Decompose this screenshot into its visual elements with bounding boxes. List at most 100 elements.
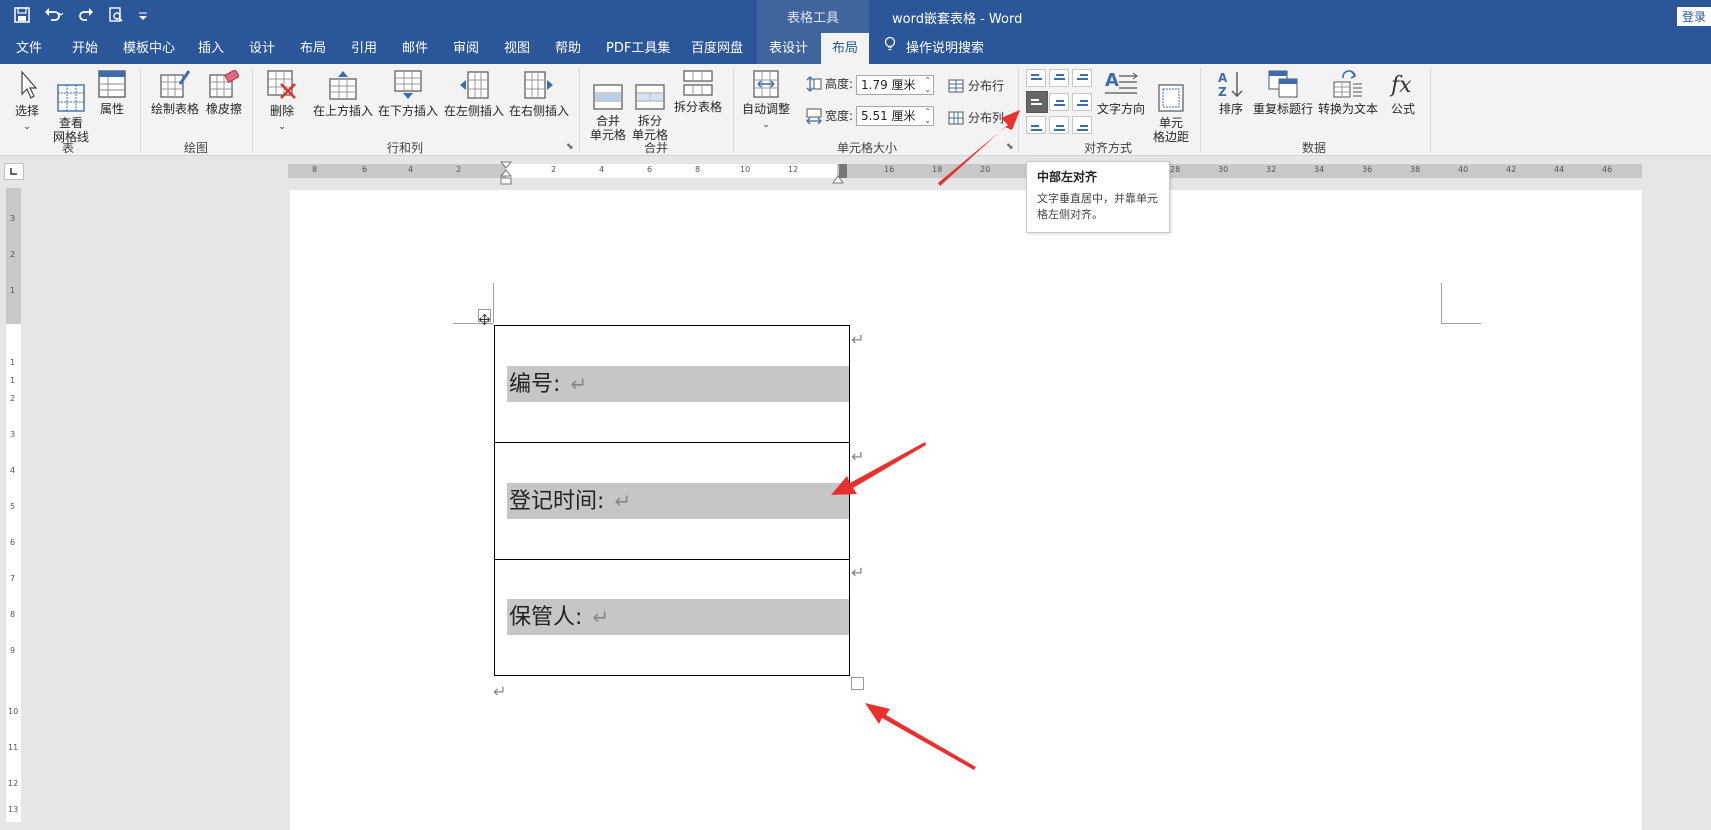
ruler-tick: 32 [1266, 165, 1277, 174]
align-bottom-center-button[interactable] [1049, 116, 1069, 134]
align-bottom-right-button[interactable] [1072, 116, 1092, 134]
align-top-center-button[interactable] [1049, 69, 1069, 87]
print-preview-icon[interactable] [108, 6, 124, 27]
tab-table-design[interactable]: 表设计 [757, 33, 821, 64]
column-marker[interactable] [839, 164, 847, 178]
horizontal-ruler[interactable] [288, 164, 1642, 178]
tooltip-title: 中部左对齐 [1037, 170, 1098, 184]
svg-text:A: A [1218, 71, 1228, 85]
vruler-tick: 2 [10, 394, 16, 403]
insert-left-button[interactable]: 在左侧插入 [444, 70, 504, 118]
split-cells-button[interactable]: 拆分 单元格 [632, 70, 668, 142]
align-top-right-button[interactable] [1072, 69, 1092, 87]
tab-layout[interactable]: 布局 [300, 33, 326, 64]
group-label-merge: 合并 [644, 141, 669, 155]
insert-above-button[interactable]: 在上方插入 [313, 70, 373, 118]
sort-button[interactable]: A Z 排序 [1217, 70, 1245, 116]
indent-marker[interactable] [499, 161, 513, 193]
text-direction-button[interactable]: A 文字方向 [1097, 70, 1145, 116]
eraser-button[interactable]: 橡皮擦 [206, 70, 242, 116]
table-move-handle[interactable] [478, 309, 491, 326]
ribbon: 选择 ⌄ 查看 网格线 属性 表 绘制表格 橡皮擦 绘图 删除 ⌄ 在上方插入 在下… [0, 64, 1711, 156]
save-icon[interactable] [14, 6, 30, 27]
table-cell-text[interactable]: 登记时间: ↵ [507, 483, 849, 519]
distribute-columns-icon [948, 111, 964, 124]
svg-text:A: A [1105, 70, 1119, 91]
cell-margins-button[interactable]: 单元 格边距 [1153, 70, 1189, 144]
row-height-icon [806, 75, 822, 92]
split-table-button[interactable]: 拆分表格 [674, 70, 722, 114]
document-table[interactable]: 编号: ↵ 登记时间: ↵ 保管人: ↵ [494, 325, 850, 676]
rows-cols-dialog-launcher[interactable]: ⬊ [566, 142, 574, 152]
repeat-header-rows-button[interactable]: 重复标题行 [1253, 70, 1313, 116]
autofit-button[interactable]: 自动调整 ⌄ [742, 70, 790, 132]
row-height-label: 高度: [806, 75, 853, 92]
convert-to-text-button[interactable]: 转换为文本 [1318, 70, 1378, 116]
column-width-spinner[interactable]: ⌃ ⌄ [924, 107, 931, 125]
vruler-tick: 12 [8, 779, 19, 788]
align-center-button[interactable] [1049, 93, 1069, 111]
redo-icon[interactable] [78, 7, 94, 27]
ruler-tick: 8 [312, 165, 318, 174]
select-button[interactable]: 选择 ⌄ [15, 70, 39, 134]
tab-references[interactable]: 引用 [351, 33, 377, 64]
tell-me-search[interactable]: 操作说明搜索 [884, 33, 984, 64]
tab-table-layout[interactable]: 布局 [821, 33, 869, 64]
align-center-left-button[interactable] [1026, 91, 1048, 113]
table-row[interactable]: 保管人: ↵ [495, 560, 849, 675]
ruler-tick: 40 [1458, 165, 1469, 174]
tab-template-center[interactable]: 模板中心 [123, 33, 175, 64]
delete-table-icon [267, 70, 296, 99]
group-separator [733, 68, 734, 152]
cursor-icon [21, 70, 38, 99]
customize-icon[interactable] [138, 7, 148, 27]
login-button[interactable]: 登录 [1677, 7, 1711, 26]
view-gridlines-button[interactable]: 查看 网格线 [53, 70, 89, 144]
margin-mark [1441, 283, 1442, 323]
vruler-tick: 9 [10, 646, 16, 655]
formula-button[interactable]: fx 公式 [1389, 70, 1417, 116]
tab-mailings[interactable]: 邮件 [402, 33, 428, 64]
tab-help[interactable]: 帮助 [555, 33, 581, 64]
align-center-right-button[interactable] [1072, 93, 1092, 111]
delete-button[interactable]: 删除 ⌄ [267, 70, 297, 134]
merge-cells-button[interactable]: 合并 单元格 [590, 70, 626, 142]
row-height-spinner[interactable]: ⌃ ⌄ [924, 76, 931, 94]
tab-view[interactable]: 视图 [504, 33, 530, 64]
tab-baidu-netdisk[interactable]: 百度网盘 [691, 33, 743, 64]
insert-right-button[interactable]: 在右侧插入 [509, 70, 569, 118]
distribute-rows-button[interactable]: 分布行 [948, 77, 1004, 94]
cell-size-dialog-launcher[interactable]: ⬊ [1006, 142, 1014, 152]
vruler-tick: 4 [10, 466, 16, 475]
insert-right-icon [524, 71, 553, 99]
tab-design[interactable]: 设计 [249, 33, 275, 64]
draw-table-button[interactable]: 绘制表格 [151, 70, 199, 116]
undo-icon[interactable] [44, 7, 64, 27]
column-width-label: 宽度: [806, 107, 853, 124]
convert-to-text-icon [1333, 70, 1362, 98]
align-bottom-left-button[interactable] [1026, 116, 1046, 134]
properties-button[interactable]: 属性 [98, 70, 126, 116]
tab-insert[interactable]: 插入 [198, 33, 224, 64]
table-cell-text[interactable]: 保管人: ↵ [507, 599, 849, 635]
ruler-tick: 4 [408, 165, 414, 174]
tab-review[interactable]: 审阅 [453, 33, 479, 64]
lightbulb-icon [884, 33, 896, 64]
table-resize-handle[interactable] [851, 677, 864, 690]
tab-file[interactable]: 文件 [16, 33, 42, 64]
ruler-tick: 6 [647, 165, 653, 174]
distribute-columns-button[interactable]: 分布列 [948, 109, 1004, 126]
align-top-left-button[interactable] [1026, 69, 1046, 87]
column-width-input[interactable]: 5.51 厘米 ⌃ ⌄ [856, 106, 934, 126]
title-bar: 表格工具 word嵌套表格 - Word 登录 [0, 0, 1711, 33]
tab-pdf-tools[interactable]: PDF工具集 [606, 33, 670, 64]
row-height-input[interactable]: 1.79 厘米 ⌃ ⌄ [856, 75, 934, 95]
table-row[interactable]: 登记时间: ↵ [495, 443, 849, 560]
tab-home[interactable]: 开始 [72, 33, 98, 64]
insert-below-button[interactable]: 在下方插入 [378, 70, 438, 118]
table-row[interactable]: 编号: ↵ [495, 326, 849, 443]
tab-stop-selector[interactable] [4, 163, 24, 180]
table-cell-text[interactable]: 编号: ↵ [507, 366, 849, 402]
insert-above-icon [329, 71, 357, 100]
vruler-tick: 13 [8, 805, 19, 814]
